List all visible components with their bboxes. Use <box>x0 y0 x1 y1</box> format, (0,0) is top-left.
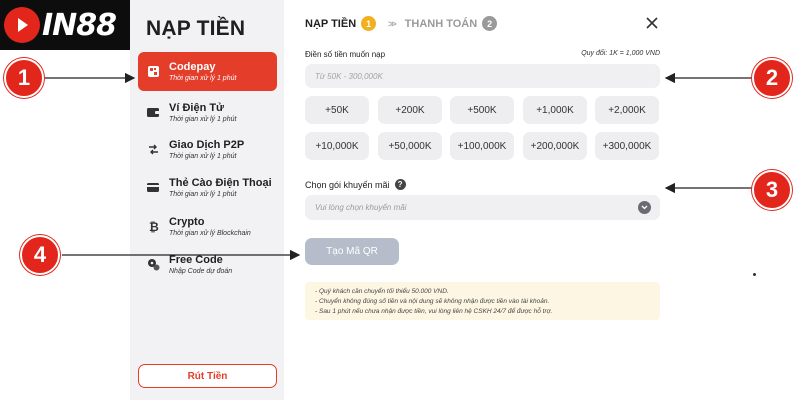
annotation-marker-3: 3 <box>752 170 792 210</box>
decorative-dot <box>753 273 756 276</box>
annotation-marker-2: 2 <box>752 58 792 98</box>
annotation-marker-1: 1 <box>4 58 44 98</box>
annotation-marker-4: 4 <box>20 235 60 275</box>
annotation-arrows <box>44 72 752 261</box>
